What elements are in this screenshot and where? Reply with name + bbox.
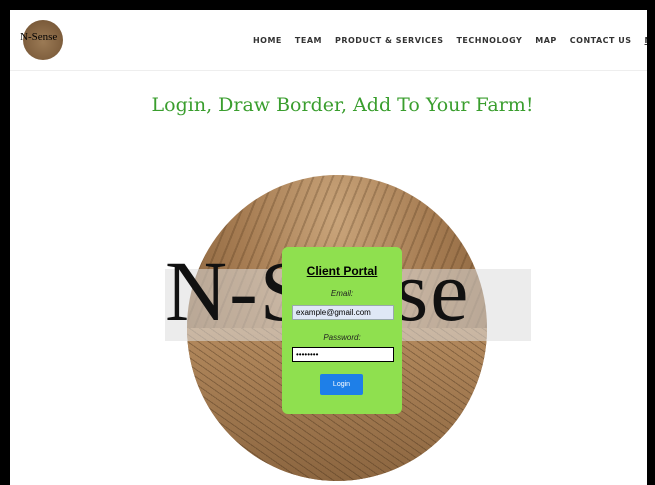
nav-team[interactable]: TEAM: [295, 36, 322, 45]
password-label: Password:: [323, 333, 361, 342]
nav-product-services[interactable]: PRODUCT & SERVICES: [335, 36, 444, 45]
navbar: N-Sense HOME TEAM PRODUCT & SERVICES TEC…: [10, 10, 647, 71]
login-title: Client Portal: [306, 264, 378, 278]
nav-home[interactable]: HOME: [253, 36, 282, 45]
logo[interactable]: N-Sense: [20, 20, 63, 60]
login-card: Client Portal Email: Password: Login: [282, 247, 402, 414]
email-label: Email:: [330, 289, 354, 298]
page-headline: Login, Draw Border, Add To Your Farm!: [151, 94, 534, 116]
page: N-Sense HOME TEAM PRODUCT & SERVICES TEC…: [10, 10, 647, 485]
logo-text: N-Sense: [20, 31, 58, 43]
email-input[interactable]: [292, 305, 394, 320]
main-nav: HOME TEAM PRODUCT & SERVICES TECHNOLOGY …: [253, 36, 647, 45]
password-input[interactable]: [292, 347, 394, 362]
nav-more[interactable]: M: [645, 36, 647, 45]
login-button[interactable]: Login: [320, 374, 363, 395]
nav-map[interactable]: MAP: [535, 36, 557, 45]
nav-technology[interactable]: TECHNOLOGY: [456, 36, 522, 45]
nav-contact-us[interactable]: CONTACT US: [570, 36, 632, 45]
